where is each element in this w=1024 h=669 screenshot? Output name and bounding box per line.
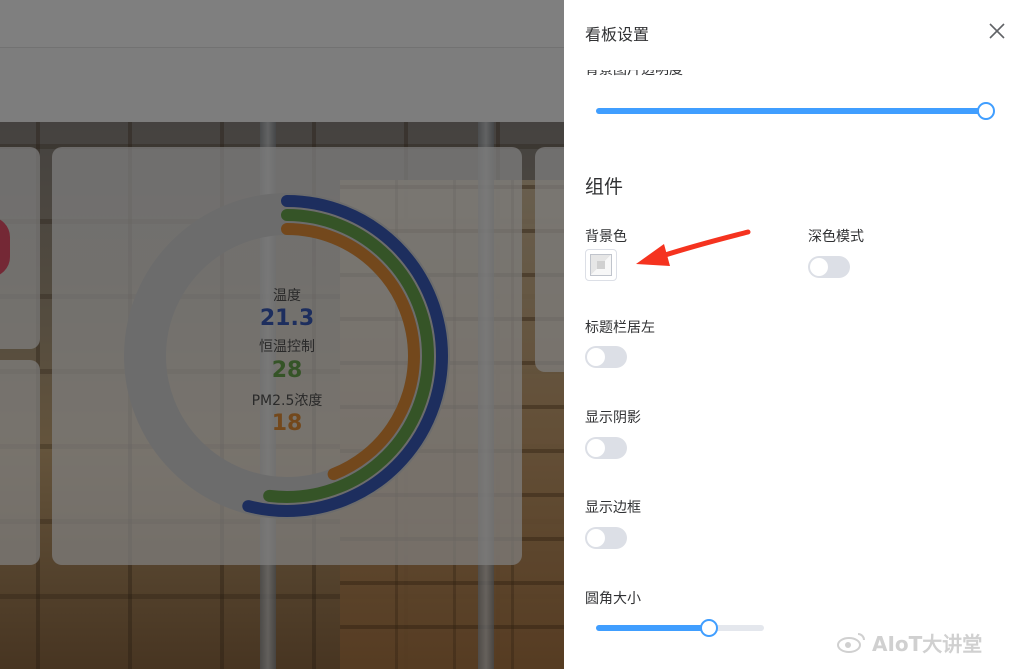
switch-knob [587, 529, 605, 547]
corner-radius-slider-thumb[interactable] [699, 619, 718, 637]
show-shadow-switch[interactable] [585, 437, 627, 459]
bg-opacity-label: 背景图片透明度 [585, 70, 683, 78]
watermark-text: AIoT大讲堂 [872, 632, 983, 656]
bg-opacity-slider-fill [596, 108, 986, 114]
title-bar-left-switch[interactable] [585, 346, 627, 368]
dashboard-background: 温度 21.3 恒温控制 28 PM2.5浓度 18 [0, 0, 564, 669]
corner-radius-slider[interactable] [596, 619, 764, 637]
background-color-label: 背景色 [585, 229, 627, 245]
dark-mode-label: 深色模式 [808, 229, 864, 245]
background-color-picker[interactable] [585, 249, 617, 281]
switch-knob [810, 258, 828, 276]
settings-drawer: 看板设置 背景图片透明度 组件 背景色 深色模式 标题栏居左 显示阴影 显示边框… [564, 0, 1024, 669]
dark-mode-switch[interactable] [808, 256, 850, 278]
bg-opacity-slider-thumb[interactable] [977, 102, 995, 120]
drawer-title: 看板设置 [585, 25, 650, 44]
switch-knob [587, 439, 605, 457]
show-border-switch[interactable] [585, 527, 627, 549]
switch-knob [587, 348, 605, 366]
section-title-components: 组件 [585, 176, 624, 198]
weibo-logo-icon [837, 633, 865, 653]
bg-opacity-slider[interactable] [596, 102, 995, 120]
modal-overlay[interactable] [0, 0, 564, 669]
color-swatch-icon [590, 254, 612, 276]
title-bar-left-label: 标题栏居左 [585, 320, 655, 336]
show-shadow-label: 显示阴影 [585, 410, 641, 426]
corner-radius-label: 圆角大小 [585, 591, 641, 607]
close-icon[interactable] [986, 20, 1008, 42]
corner-radius-slider-fill [596, 625, 709, 631]
annotation-arrow-icon [636, 229, 751, 266]
show-border-label: 显示边框 [585, 500, 641, 516]
